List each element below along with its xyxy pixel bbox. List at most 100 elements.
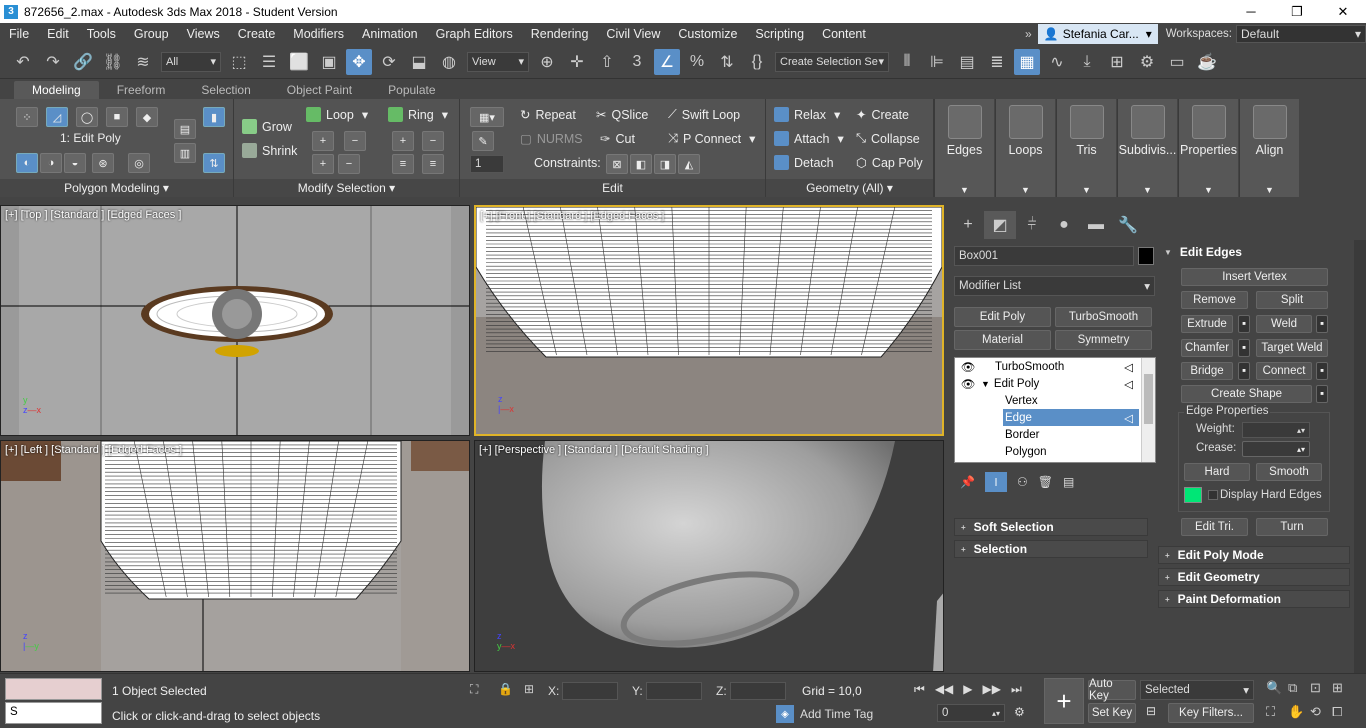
scrollbar-thumb[interactable]: [1144, 374, 1153, 424]
grow-ring-icon[interactable]: +: [392, 131, 414, 151]
preview-subobject-icon[interactable]: ◑: [40, 153, 62, 173]
menu-rendering[interactable]: Rendering: [522, 27, 598, 41]
move-icon[interactable]: ✥: [346, 48, 372, 75]
minimize-button[interactable]: ─: [1228, 0, 1274, 23]
menu-views[interactable]: Views: [178, 27, 229, 41]
remove-modifier-icon[interactable]: 🗑: [1038, 475, 1053, 489]
nurms-button[interactable]: ▢ NURMS: [520, 131, 583, 147]
layer-explorer-icon[interactable]: ≣: [984, 49, 1010, 75]
rollout-edit-geometry[interactable]: + Edit Geometry: [1158, 568, 1350, 586]
user-account-dropdown[interactable]: 👤 Stefania Car... ▾: [1037, 24, 1158, 44]
auto-key-button[interactable]: Auto Key: [1088, 678, 1136, 702]
stack-item-edit-poly[interactable]: 👁 ▼ Edit Poly ◁: [955, 375, 1155, 392]
extrude-button[interactable]: Extrude: [1181, 315, 1233, 333]
ribbon-tab-modeling[interactable]: Modeling: [14, 81, 99, 99]
viewport-left-label[interactable]: [+] [Left ] [Standard ] [Edged Faces ]: [5, 444, 182, 456]
edges-tool[interactable]: Edges ▼: [934, 99, 994, 197]
redo-icon[interactable]: ↷: [40, 49, 66, 75]
zoom-extents-all-icon[interactable]: ⊞: [1332, 680, 1354, 696]
set-key-button[interactable]: Set Key: [1088, 703, 1136, 723]
mod-edit-poly-button[interactable]: Edit Poly: [954, 307, 1051, 327]
edit-named-selection-icon[interactable]: {}: [744, 49, 770, 75]
qslice-button[interactable]: ✂ QSlice: [596, 107, 648, 123]
y-coord-field[interactable]: [646, 682, 702, 700]
eye-icon[interactable]: 👁: [955, 360, 981, 374]
expand-icon[interactable]: ▼: [981, 379, 990, 389]
eye-icon[interactable]: 👁: [955, 377, 981, 391]
key-mode-dropdown[interactable]: Selected ▾: [1140, 680, 1254, 700]
rotate-icon[interactable]: ⟳: [376, 49, 402, 75]
attach-button[interactable]: Attach ▾: [774, 131, 844, 146]
select-object-icon[interactable]: ⬚: [226, 49, 252, 75]
display-hard-edges-checkbox[interactable]: [1208, 490, 1218, 500]
hard-button[interactable]: Hard: [1184, 463, 1250, 481]
restore-button[interactable]: ❐: [1274, 0, 1320, 23]
z-coord-field[interactable]: [730, 682, 786, 700]
repeat-button[interactable]: ↻ Repeat: [520, 107, 576, 123]
previous-frame-icon[interactable]: ◀◀: [935, 682, 953, 697]
selection-filter-dropdown[interactable]: All ▾: [161, 51, 221, 72]
modifier-list-dropdown[interactable]: Modifier List ▾: [954, 276, 1155, 296]
constraint-normal-icon[interactable]: ◭: [678, 154, 700, 174]
link-icon[interactable]: 🔗: [70, 49, 96, 75]
menu-modifiers[interactable]: Modifiers: [284, 27, 353, 41]
viewport-perspective[interactable]: [+] [Perspective ] [Standard ] [Default …: [474, 440, 944, 672]
ribbon-tab-freeform[interactable]: Freeform: [99, 81, 184, 99]
split-button[interactable]: Split: [1256, 291, 1328, 309]
stack-item-border[interactable]: Border: [955, 426, 1155, 443]
ribbon-tab-selection[interactable]: Selection: [183, 81, 268, 99]
spinner-snap-icon[interactable]: ⇅: [714, 49, 740, 75]
pivot-center-icon[interactable]: ⊕: [534, 49, 560, 75]
create-button[interactable]: ✦ Create: [856, 107, 909, 123]
render-icon[interactable]: ☕: [1194, 49, 1220, 75]
turn-button[interactable]: Turn: [1256, 518, 1328, 536]
play-icon[interactable]: ▶: [963, 682, 972, 697]
reference-coord-dropdown[interactable]: View ▾: [467, 51, 529, 72]
loops-tool[interactable]: Loops ▼: [995, 99, 1055, 197]
menu-group[interactable]: Group: [125, 27, 178, 41]
select-manipulate-icon[interactable]: ✛: [564, 49, 590, 75]
loop-mode-icon[interactable]: +: [312, 154, 334, 174]
utilities-tab-icon[interactable]: 🔧: [1112, 211, 1144, 239]
window-crossing-icon[interactable]: ▣: [316, 49, 342, 75]
modify-selection-title[interactable]: Modify Selection ▾: [234, 179, 459, 197]
named-selection-dropdown[interactable]: Create Selection Se ▾: [775, 51, 889, 72]
workspace-dropdown[interactable]: Default ▾: [1236, 25, 1366, 43]
rollout-edit-edges[interactable]: ▼ Edit Edges: [1158, 243, 1350, 261]
grow-button[interactable]: Grow: [242, 119, 292, 134]
menu-edit[interactable]: Edit: [38, 27, 78, 41]
menu-civil-view[interactable]: Civil View: [597, 27, 669, 41]
loop-button[interactable]: Loop ▾: [306, 107, 368, 122]
orbit-icon[interactable]: ⟲: [1310, 704, 1332, 720]
menu-content[interactable]: Content: [813, 27, 875, 41]
menu-scripting[interactable]: Scripting: [746, 27, 813, 41]
rect-selection-icon[interactable]: ⬜: [286, 49, 312, 75]
object-name-field[interactable]: Box001: [954, 246, 1134, 266]
rollout-selection[interactable]: + Selection: [954, 540, 1148, 558]
stack-scrollbar[interactable]: [1141, 358, 1155, 462]
ring-mode-icon[interactable]: ≡: [392, 154, 414, 174]
shrink-ring-icon[interactable]: −: [422, 131, 444, 151]
create-shape-button[interactable]: Create Shape: [1181, 385, 1312, 403]
display-tab-icon[interactable]: ▬: [1080, 211, 1112, 239]
percent-snap-icon[interactable]: %: [684, 49, 710, 75]
maximize-viewport-icon[interactable]: ⧠: [1332, 704, 1354, 720]
tris-tool[interactable]: Tris ▼: [1056, 99, 1116, 197]
element-mode-icon[interactable]: ◆: [136, 107, 158, 127]
detach-button[interactable]: Detach: [774, 155, 834, 170]
menu-overflow[interactable]: »: [1025, 27, 1032, 41]
scale-icon[interactable]: ⬓: [406, 49, 432, 75]
angle-snap-icon[interactable]: ∠: [654, 48, 680, 75]
mirror-icon[interactable]: ⫴: [894, 49, 920, 75]
ribbon-toggle-icon[interactable]: ▦: [1014, 48, 1040, 75]
ring-mode-2-icon[interactable]: ≡: [422, 154, 444, 174]
remove-button[interactable]: Remove: [1181, 291, 1248, 309]
cap-poly-button[interactable]: ⬡ Cap Poly: [856, 155, 923, 171]
viewport-front-label[interactable]: [+] [Front ] [Standard ] [Edged Faces ]: [480, 210, 664, 222]
swift-loop-button[interactable]: ⟋ Swift Loop: [668, 107, 740, 122]
pan-icon[interactable]: ✋: [1288, 704, 1310, 720]
crease-spinner[interactable]: ▴▾: [1242, 441, 1310, 457]
key-filter-icon[interactable]: ⊟: [1146, 704, 1156, 718]
time-configuration-icon[interactable]: ⚙: [1014, 705, 1025, 719]
bridge-settings-icon[interactable]: ▪: [1238, 362, 1250, 380]
